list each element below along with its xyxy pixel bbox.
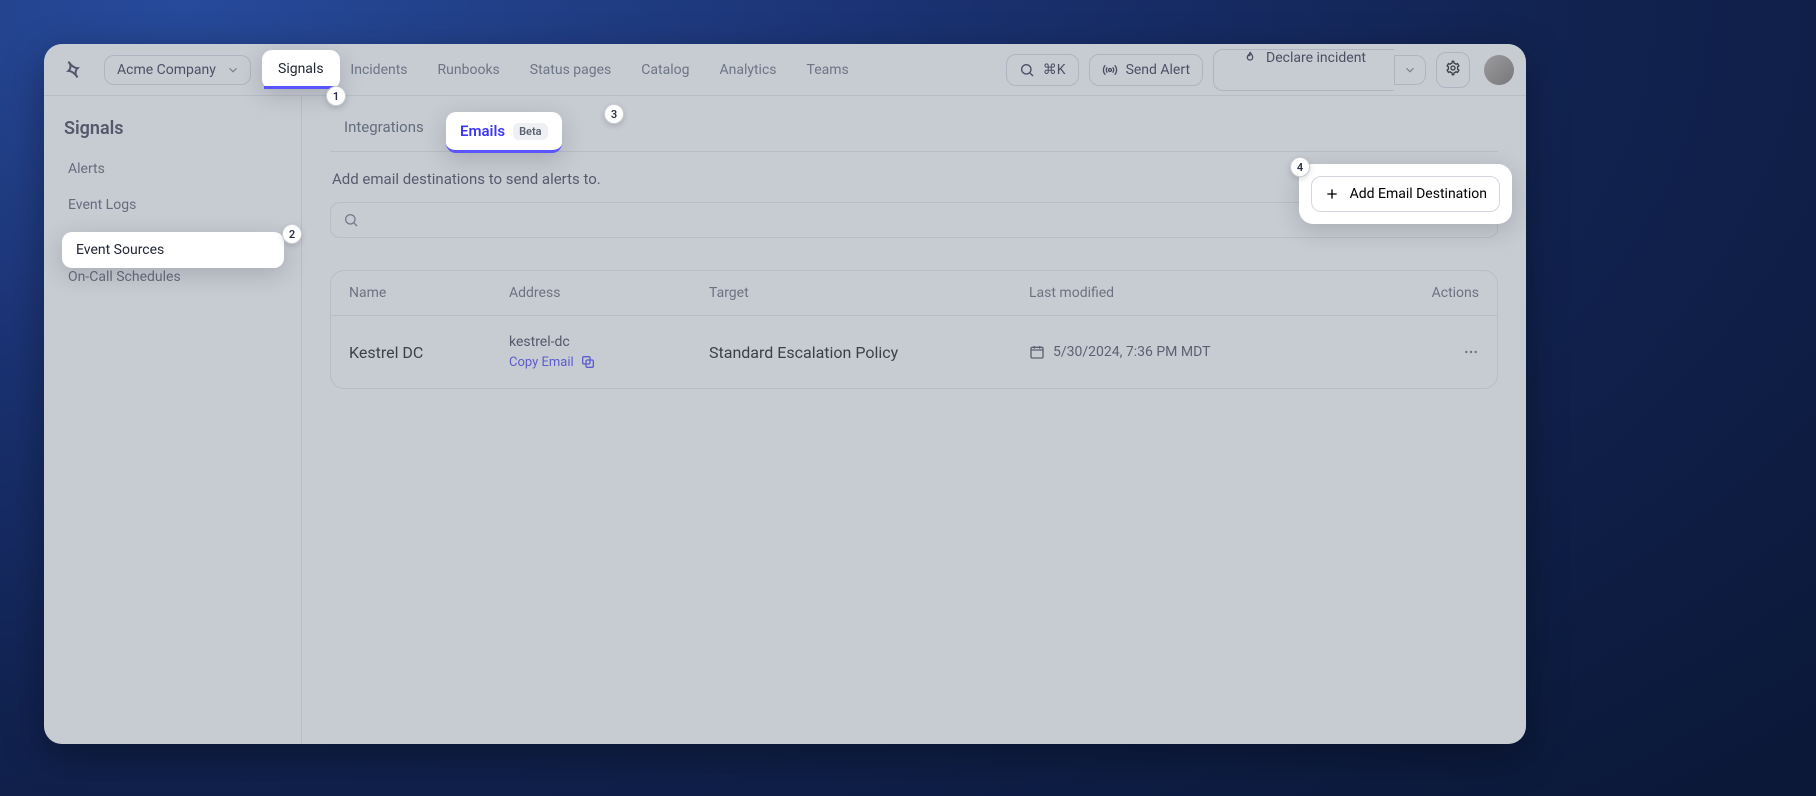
user-avatar[interactable] [1484,55,1514,85]
send-alert-label: Send Alert [1126,62,1190,78]
chevron-down-icon [1403,63,1417,77]
nav-runbooks[interactable]: Runbooks [432,56,506,84]
copy-email-link[interactable]: Copy Email [509,354,709,370]
address-value: kestrel-dc [509,334,709,350]
gear-icon [1445,60,1461,76]
cell-name: Kestrel DC [349,343,509,362]
cell-actions [1389,344,1479,360]
tour-step-badge-1: 1 [326,86,346,106]
flame-icon [1242,50,1258,66]
more-icon[interactable] [1463,344,1479,360]
tab-label: Integrations [344,118,424,136]
company-name: Acme Company [117,62,216,78]
col-actions: Actions [1389,285,1479,301]
company-switcher[interactable]: Acme Company [104,55,251,85]
tour-step-badge-2: 2 [282,224,302,244]
add-email-destination-button[interactable]: Add Email Destination [1311,176,1500,212]
cell-address: kestrel-dc Copy Email [509,334,709,370]
declare-incident-group: Declare incident [1213,49,1426,91]
email-destinations-table: Name Address Target Last modified Action… [330,270,1498,389]
search-icon [1019,62,1035,78]
calendar-icon [1029,344,1045,360]
declare-incident-label: Declare incident [1266,50,1366,66]
nav-signals-label: Signals [264,52,338,89]
declare-incident-button[interactable]: Declare incident [1213,49,1394,91]
cell-target: Standard Escalation Policy [709,343,1029,362]
tour-highlight-add-email-destination: Add Email Destination [1299,164,1512,224]
primary-nav: Signals Incidents Runbooks Status pages … [269,56,855,84]
send-alert-button[interactable]: Send Alert [1089,54,1203,86]
beta-badge: Beta [513,123,548,140]
tour-highlight-tab-emails[interactable]: Emails Beta [446,112,562,153]
last-modified-value: 5/30/2024, 7:36 PM MDT [1053,344,1210,360]
app-logo[interactable] [60,57,86,83]
add-email-destination-label: Add Email Destination [1350,186,1487,202]
settings-button[interactable] [1436,52,1470,88]
sidebar-item-label: Event Sources [76,242,164,258]
col-name: Name [349,285,509,301]
app-frame: Acme Company Signals Incidents Runbooks … [44,44,1526,744]
sidebar-item-event-logs[interactable]: Event Logs [56,187,289,223]
search-shortcut: ⌘K [1043,62,1066,78]
col-address: Address [509,285,709,301]
broadcast-icon [1102,62,1118,78]
copy-email-label: Copy Email [509,355,574,370]
tour-highlight-sidebar-event-sources[interactable]: Event Sources [62,232,284,268]
table-row: Kestrel DC kestrel-dc Copy Email Standar… [331,316,1497,388]
sidebar-item-alerts[interactable]: Alerts [56,151,289,187]
tab-label: Emails [460,122,505,140]
plus-icon [1324,186,1340,202]
copy-icon [580,354,596,370]
tour-step-badge-3: 3 [604,104,624,124]
chevron-down-icon [226,63,240,77]
table-header: Name Address Target Last modified Action… [331,271,1497,316]
search-icon [343,212,359,228]
nav-status-pages[interactable]: Status pages [524,56,618,84]
tab-integrations[interactable]: Integrations [330,104,438,151]
col-last-modified: Last modified [1029,285,1389,301]
nav-teams[interactable]: Teams [801,56,855,84]
tour-step-badge-4: 4 [1290,157,1310,177]
cell-last-modified: 5/30/2024, 7:36 PM MDT [1029,344,1389,360]
sidebar: Signals Alerts Event Logs Event Sources … [44,96,302,744]
sidebar-title: Signals [56,114,289,151]
nav-catalog[interactable]: Catalog [635,56,695,84]
global-search[interactable]: ⌘K [1006,54,1079,86]
nav-incidents[interactable]: Incidents [344,56,413,84]
nav-analytics[interactable]: Analytics [713,56,782,84]
col-target: Target [709,285,1029,301]
tour-highlight-nav-signals[interactable]: Signals [262,50,340,89]
declare-incident-dropdown[interactable] [1394,55,1426,85]
